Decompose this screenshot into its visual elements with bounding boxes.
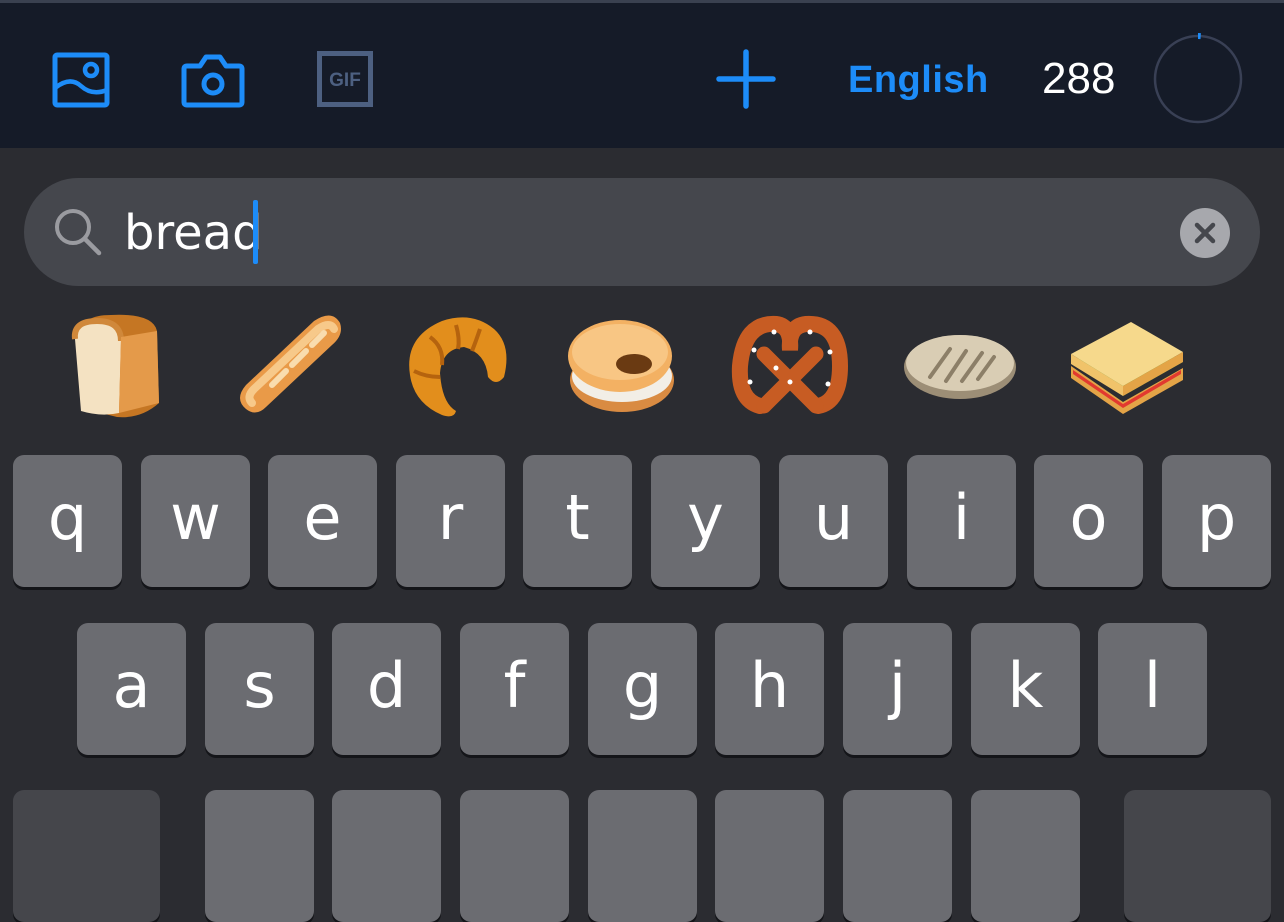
baguette-emoji[interactable] <box>218 300 358 430</box>
key-o[interactable]: o <box>1034 455 1143 587</box>
gif-icon[interactable]: GIF <box>317 51 373 107</box>
key-w[interactable]: w <box>141 455 250 587</box>
key-y[interactable]: y <box>651 455 760 587</box>
text-cursor <box>253 200 258 264</box>
key-b[interactable] <box>715 790 824 922</box>
key-q[interactable]: q <box>13 455 122 587</box>
bread-emoji[interactable] <box>46 300 186 430</box>
key-l[interactable]: l <box>1098 623 1207 755</box>
croissant-emoji[interactable] <box>384 300 524 430</box>
key-e[interactable]: e <box>268 455 377 587</box>
character-count: 288 <box>1042 55 1115 103</box>
emoji-results <box>0 300 1284 430</box>
add-icon[interactable] <box>716 49 776 109</box>
key-u[interactable]: u <box>779 455 888 587</box>
emoji-search-bar <box>24 178 1260 286</box>
key-d[interactable]: d <box>332 623 441 755</box>
key-i[interactable]: i <box>907 455 1016 587</box>
key-c[interactable] <box>460 790 569 922</box>
emoji-search-input[interactable] <box>124 205 1024 261</box>
bagel-emoji[interactable] <box>552 300 692 430</box>
image-icon[interactable] <box>52 52 110 108</box>
search-icon <box>52 206 104 258</box>
flatbread-emoji[interactable] <box>890 300 1030 430</box>
key-r[interactable]: r <box>396 455 505 587</box>
pretzel-emoji[interactable] <box>720 300 860 430</box>
key-j[interactable]: j <box>843 623 952 755</box>
key-k[interactable]: k <box>971 623 1080 755</box>
character-progress-ring <box>1152 33 1244 125</box>
key-v[interactable] <box>588 790 697 922</box>
shift-key[interactable] <box>13 790 160 922</box>
sandwich-emoji[interactable] <box>1054 300 1194 430</box>
key-g[interactable]: g <box>588 623 697 755</box>
key-n[interactable] <box>843 790 952 922</box>
gif-label: GIF <box>329 70 361 91</box>
camera-icon[interactable] <box>181 52 245 108</box>
key-a[interactable]: a <box>77 623 186 755</box>
delete-key[interactable] <box>1124 790 1271 922</box>
key-s[interactable]: s <box>205 623 314 755</box>
key-h[interactable]: h <box>715 623 824 755</box>
composer-toolbar: GIF English 288 <box>0 0 1284 148</box>
clear-icon[interactable] <box>1180 208 1230 258</box>
key-p[interactable]: p <box>1162 455 1271 587</box>
key-m[interactable] <box>971 790 1080 922</box>
key-x[interactable] <box>332 790 441 922</box>
key-f[interactable]: f <box>460 623 569 755</box>
key-t[interactable]: t <box>523 455 632 587</box>
key-z[interactable] <box>205 790 314 922</box>
language-selector[interactable]: English <box>848 57 989 103</box>
